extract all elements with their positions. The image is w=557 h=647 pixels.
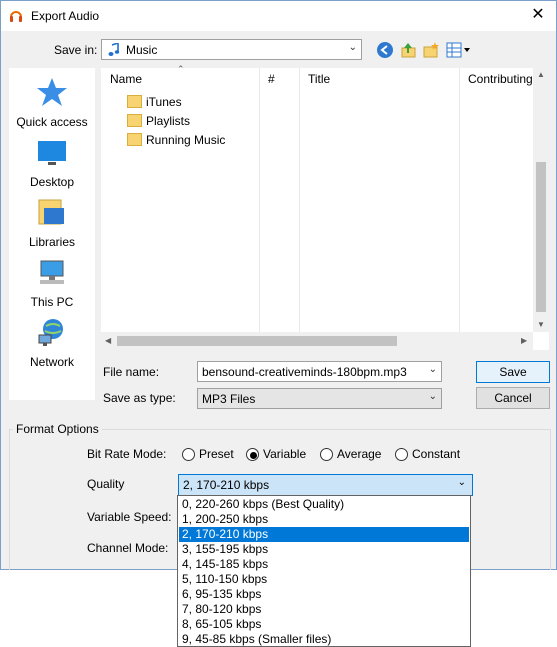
place-label: Quick access [16, 115, 88, 129]
horizontal-scroll-thumb[interactable] [117, 336, 397, 346]
place-quick-access[interactable]: Quick access [9, 76, 95, 129]
radio-label: Preset [199, 447, 234, 461]
column-header-title[interactable]: Title [299, 68, 459, 90]
list-item[interactable]: iTunes [127, 93, 182, 111]
format-options-title: Format Options [13, 422, 102, 436]
network-icon [38, 319, 63, 346]
quality-option[interactable]: 4, 145-185 kbps [179, 557, 469, 572]
quality-option[interactable]: 3, 155-195 kbps [179, 542, 469, 557]
audacity-headphones-icon [10, 11, 22, 22]
save-in-dropdown[interactable]: Music ⌄ [101, 39, 362, 60]
channel-mode-label: Channel Mode: [87, 541, 169, 555]
place-libraries[interactable]: Libraries [9, 196, 95, 249]
quality-option[interactable]: 1, 200-250 kbps [179, 512, 469, 527]
radio-label: Constant [412, 447, 461, 461]
file-list[interactable]: ⌃ Name # Title Contributing iTunes Playl… [101, 64, 549, 350]
quality-option[interactable]: 5, 110-150 kbps [179, 572, 469, 587]
close-button[interactable]: ✕ [528, 5, 548, 25]
back-icon[interactable] [376, 41, 394, 59]
computer-icon [40, 260, 64, 284]
file-name-value: bensound-creativeminds-180bpm.mp3 [202, 365, 407, 379]
quality-option[interactable]: 6, 95-135 kbps [179, 587, 469, 602]
folder-icon [127, 133, 142, 147]
up-folder-icon[interactable] [399, 41, 417, 59]
place-label: Libraries [28, 235, 76, 249]
scroll-up-icon[interactable]: ▲ [537, 70, 545, 79]
libraries-icon [38, 199, 64, 225]
view-menu-icon[interactable] [446, 41, 472, 59]
cancel-button[interactable]: Cancel [476, 387, 550, 409]
save-as-type-dropdown[interactable]: MP3 Files ⌄ [197, 388, 442, 409]
folder-icon [127, 95, 142, 109]
save-as-type-value: MP3 Files [202, 392, 256, 406]
radio-label: Variable [263, 447, 307, 461]
places-bar: Quick access Desktop Libraries This PC N… [9, 68, 95, 400]
place-label: Network [29, 355, 74, 369]
quality-value: 2, 170-210 kbps [183, 478, 270, 492]
quality-option[interactable]: 9, 45-85 kbps (Smaller files) [179, 632, 469, 647]
title-bar: Export Audio ✕ [1, 1, 556, 31]
quality-label: Quality [87, 477, 125, 491]
desktop-icon [38, 141, 66, 165]
radio-label: Average [337, 447, 382, 461]
music-note-icon [108, 43, 120, 56]
quality-dropdown[interactable]: 2, 170-210 kbps ⌄ [178, 474, 473, 496]
quality-option[interactable]: 7, 80-120 kbps [179, 602, 469, 617]
chevron-down-icon[interactable]: ⌄ [429, 364, 437, 375]
place-network[interactable]: Network [9, 316, 95, 369]
quality-option[interactable]: 0, 220-260 kbps (Best Quality) [179, 497, 469, 512]
star-icon [37, 78, 67, 106]
list-item-label: Running Music [146, 133, 226, 147]
list-item[interactable]: Playlists [127, 112, 190, 130]
place-label: Desktop [29, 175, 75, 189]
quality-options-list[interactable]: 0, 220-260 kbps (Best Quality) 1, 200-25… [177, 495, 471, 647]
place-desktop[interactable]: Desktop [9, 136, 95, 189]
scroll-right-icon[interactable]: ▶ [521, 336, 527, 345]
scroll-down-icon[interactable]: ▼ [537, 320, 545, 329]
chevron-down-icon: ⌄ [457, 477, 466, 488]
list-item-label: iTunes [146, 95, 182, 109]
file-name-input[interactable]: bensound-creativeminds-180bpm.mp3 ⌄ [197, 361, 442, 382]
vertical-scrollbar[interactable]: ▲ ▼ [533, 68, 549, 332]
save-in-value: Music [126, 43, 158, 57]
column-header-contributing[interactable]: Contributing [459, 68, 533, 90]
quality-option-selected[interactable]: 2, 170-210 kbps [179, 527, 469, 542]
bit-rate-mode-label: Bit Rate Mode: [87, 447, 167, 461]
scroll-left-icon[interactable]: ◀ [105, 336, 111, 345]
export-audio-dialog: Export Audio ✕ Save in: Music ⌄ Quick ac… [0, 0, 557, 570]
save-in-label: Save in: [54, 43, 98, 57]
list-item[interactable]: Running Music [127, 131, 225, 149]
chevron-down-icon: ⌄ [428, 391, 437, 402]
list-item-label: Playlists [146, 114, 191, 128]
window-title: Export Audio [31, 9, 100, 23]
vertical-scroll-thumb[interactable] [536, 162, 546, 312]
place-this-pc[interactable]: This PC [9, 256, 95, 309]
new-folder-icon[interactable] [422, 41, 440, 59]
folder-icon [127, 114, 142, 128]
save-as-type-label: Save as type: [103, 391, 176, 405]
save-button[interactable]: Save [476, 361, 550, 383]
column-header-name[interactable]: Name [101, 68, 259, 90]
place-label: This PC [30, 295, 74, 309]
horizontal-scrollbar[interactable]: ◀ ▶ [101, 332, 533, 350]
chevron-down-icon: ⌄ [348, 42, 357, 53]
file-name-label: File name: [103, 365, 160, 379]
column-header-number[interactable]: # [259, 68, 299, 90]
variable-speed-label: Variable Speed: [87, 510, 172, 524]
quality-option[interactable]: 8, 65-105 kbps [179, 617, 469, 632]
